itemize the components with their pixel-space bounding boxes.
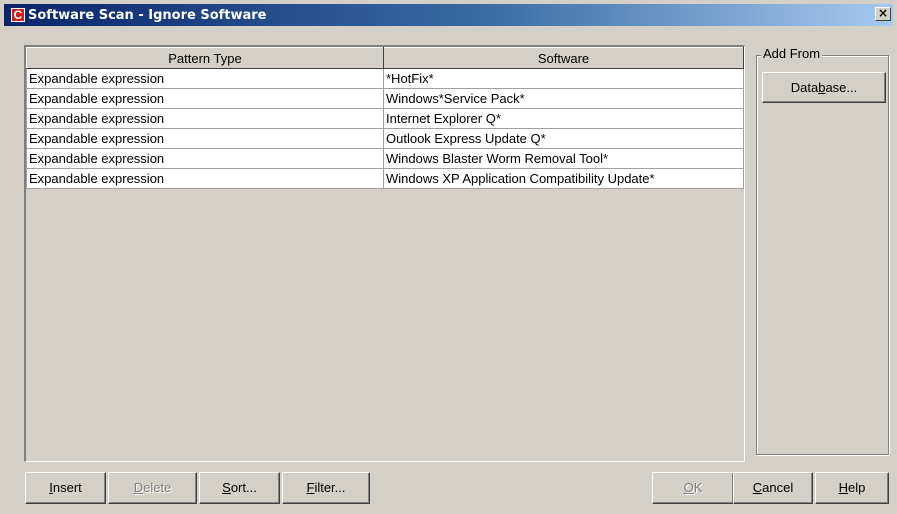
table-row[interactable]: Expandable expression *HotFix*	[26, 68, 744, 89]
database-button[interactable]: Database...	[762, 72, 886, 103]
sort-mnemonic: S	[222, 480, 231, 495]
add-from-group	[756, 55, 889, 455]
software-cell[interactable]: Windows*Service Pack*	[383, 88, 744, 109]
pattern-type-cell[interactable]: Expandable expression	[26, 128, 384, 149]
cancel-label: ancel	[762, 480, 794, 495]
insert-button[interactable]: Insert	[25, 472, 106, 504]
pattern-type-cell[interactable]: Expandable expression	[26, 148, 384, 169]
table-row[interactable]: Expandable expression Windows*Service Pa…	[26, 88, 744, 109]
cancel-mnemonic: C	[752, 480, 763, 495]
ok-button[interactable]: OK	[652, 472, 734, 504]
delete-label: elete	[143, 480, 172, 495]
ok-label: K	[693, 480, 703, 495]
software-cell[interactable]: Outlook Express Update Q*	[383, 128, 744, 149]
table-row[interactable]: Expandable expression Windows Blaster Wo…	[26, 148, 744, 169]
ignore-software-table[interactable]: Pattern Type Software Expandable express…	[24, 45, 745, 462]
delete-mnemonic: D	[133, 480, 144, 495]
table-row[interactable]: Expandable expression Outlook Express Up…	[26, 128, 744, 149]
software-cell[interactable]: *HotFix*	[383, 68, 744, 89]
database-label-start: Data	[790, 80, 819, 95]
column-header-software[interactable]: Software	[383, 47, 744, 69]
software-cell[interactable]: Windows Blaster Worm Removal Tool*	[383, 148, 744, 169]
help-mnemonic: H	[838, 480, 849, 495]
insert-label: nsert	[52, 480, 82, 495]
pattern-type-cell[interactable]: Expandable expression	[26, 68, 384, 89]
database-label-end: ase...	[825, 80, 858, 95]
delete-button[interactable]: Delete	[108, 472, 197, 504]
help-button[interactable]: Help	[815, 472, 889, 504]
table-row[interactable]: Expandable expression Windows XP Applica…	[26, 168, 744, 189]
software-cell[interactable]: Windows XP Application Compatibility Upd…	[383, 168, 744, 189]
help-label: elp	[848, 480, 866, 495]
pattern-type-cell[interactable]: Expandable expression	[26, 108, 384, 129]
cancel-button[interactable]: Cancel	[733, 472, 813, 504]
window-title: Software Scan - Ignore Software	[28, 7, 267, 23]
pattern-type-cell[interactable]: Expandable expression	[26, 88, 384, 109]
sort-button[interactable]: Sort...	[199, 472, 280, 504]
ok-mnemonic: O	[683, 480, 694, 495]
pattern-type-cell[interactable]: Expandable expression	[26, 168, 384, 189]
title-bar: C Software Scan - Ignore Software ×	[4, 4, 893, 26]
filter-button[interactable]: Filter...	[282, 472, 370, 504]
table-header-row: Pattern Type Software	[26, 47, 744, 69]
sort-label: ort...	[230, 480, 257, 495]
filter-label: ilter...	[314, 480, 346, 495]
close-button[interactable]: ×	[875, 7, 891, 21]
software-cell[interactable]: Internet Explorer Q*	[383, 108, 744, 129]
column-header-pattern-type[interactable]: Pattern Type	[26, 47, 384, 69]
app-icon: C	[11, 8, 25, 22]
table-row[interactable]: Expandable expression Internet Explorer …	[26, 108, 744, 129]
add-from-legend: Add From	[761, 46, 823, 61]
